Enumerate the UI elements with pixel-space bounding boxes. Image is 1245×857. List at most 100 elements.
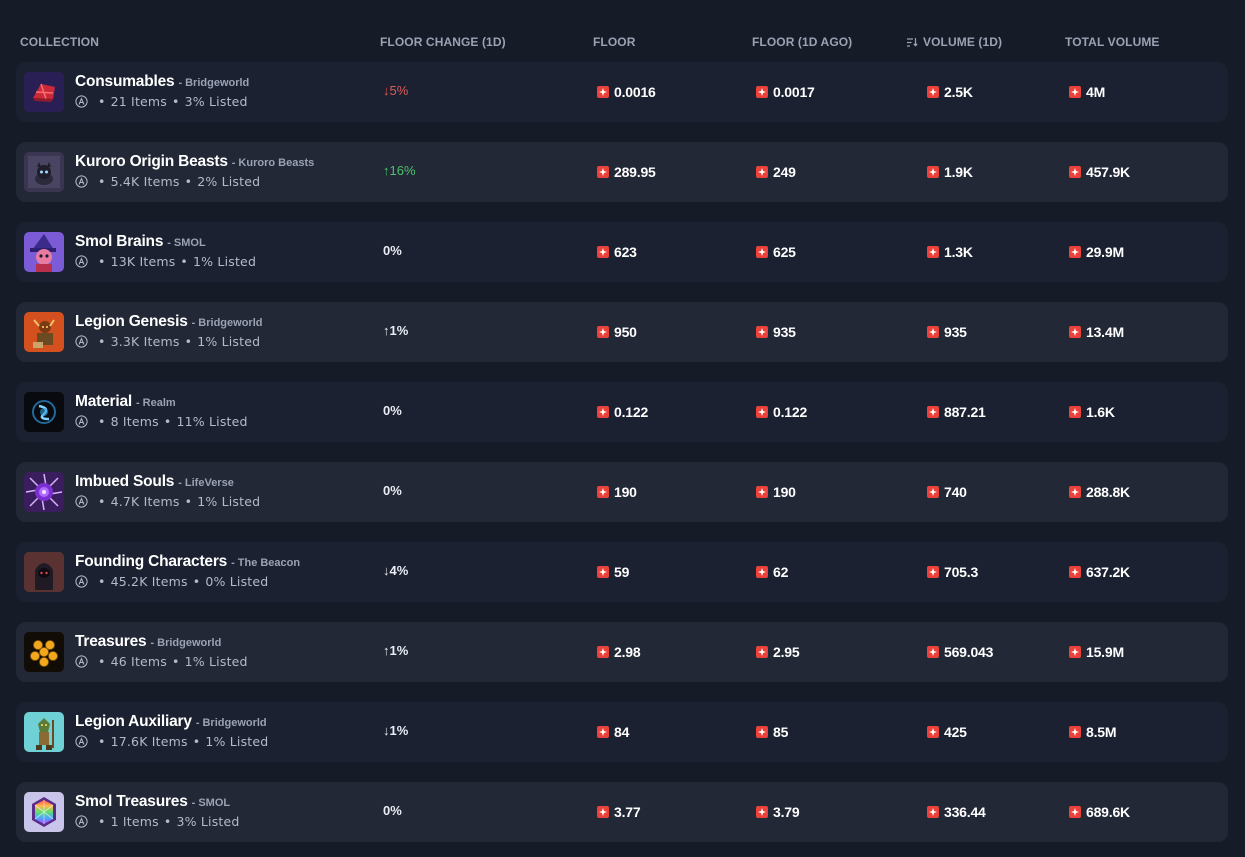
magic-token-icon [1069,406,1081,418]
floor-1d-ago-cell: 0.0017 [756,62,815,122]
total-volume-value: 637.2K [1086,564,1130,580]
collection-name[interactable]: Legion Auxiliary [75,713,192,731]
column-header-total-volume[interactable]: TOTAL VOLUME [1065,35,1160,49]
magic-token-icon [597,646,609,658]
collection-separator: - [135,397,140,409]
arbitrum-icon [75,175,88,188]
collection-row[interactable]: Treasures - Bridgeworld • 46 Items • 1% Listed… [16,622,1228,682]
collection-separator: - [231,557,235,569]
floor-change-value: 0% [383,482,402,498]
arbitrum-icon [75,495,88,508]
floor-1d-ago-cell: 190 [756,462,796,522]
magic-token-icon [756,326,768,338]
column-header-floor[interactable]: FLOOR [593,35,636,49]
magic-token-icon [597,166,609,178]
magic-token-icon [927,486,939,498]
meta-dot: • [98,494,106,509]
collection-row[interactable]: Imbued Souls - LifeVerse • 4.7K Items • 1% Lis… [16,462,1228,522]
collection-project: Bridgeworld [185,77,250,89]
collection-listed-percent: 11% Listed [176,414,248,429]
collection-items-count: 3.3K Items [110,334,180,349]
meta-dot: • [180,254,188,269]
collection-project: SMOL [198,797,231,809]
floor-change-value: ↑1% [383,642,409,658]
floor-change-value: ↑1% [383,322,409,338]
floor-change-value: ↓1% [383,722,409,738]
collection-name[interactable]: Kuroro Origin Beasts [75,153,228,171]
collection-row[interactable]: Consumables - Bridgeworld • 21 Items • 3% List… [16,62,1228,122]
column-header-collection[interactable]: COLLECTION [20,35,99,49]
collection-row[interactable]: Founding Characters - The Beacon • 45.2K Ite… [16,542,1228,602]
magic-token-icon [597,726,609,738]
floor-1d-ago-cell: 0.122 [756,382,807,442]
total-volume-cell: 13.4M [1069,302,1124,362]
collection-name[interactable]: Treasures [75,633,147,651]
collection-info: Smol Treasures - SMOL • 1 Items • 3% Listed [75,793,240,829]
collection-name[interactable]: Founding Characters [75,553,227,571]
arbitrum-icon [75,415,88,428]
total-volume-cell: 4M [1069,62,1105,122]
collection-listed-percent: 1% Listed [197,494,261,509]
volume-1d-value: 935 [944,324,967,340]
collection-name[interactable]: Smol Brains [75,233,163,251]
collection-row[interactable]: Kuroro Origin Beasts - Kuroro Beasts • 5.4K … [16,142,1228,202]
meta-dot: • [98,334,106,349]
floor-change-value: ↓5% [383,82,409,98]
meta-dot: • [163,814,172,829]
collection-name[interactable]: Smol Treasures [75,793,188,811]
magic-token-icon [927,726,939,738]
collection-separator: - [231,157,236,169]
magic-token-icon [756,806,768,818]
collection-project: Bridgeworld [198,317,263,329]
total-volume-cell: 1.6K [1069,382,1115,442]
collection-separator: - [167,237,171,249]
floor-price-value: 0.122 [614,404,649,420]
column-header-volume-1d[interactable]: VOLUME (1D) [907,35,1002,49]
collection-row[interactable]: Smol Brains - SMOL • 13K Items • 1% Listed 0% 62… [16,222,1228,282]
collection-name[interactable]: Consumables [75,73,175,91]
volume-1d-value: 740 [944,484,967,500]
collection-listed-percent: 1% Listed [197,334,261,349]
meta-dot: • [172,654,180,669]
total-volume-value: 689.6K [1086,804,1130,820]
collection-listed-percent: 2% Listed [197,174,261,189]
floor-change-value: 0% [383,242,402,258]
floor-1d-ago-cell: 625 [756,222,796,282]
collection-project: Bridgeworld [202,717,267,729]
meta-dot: • [98,94,106,109]
collection-name[interactable]: Legion Genesis [75,313,188,331]
collection-thumbnail [24,152,64,192]
collection-info: Imbued Souls - LifeVerse • 4.7K Items • 1% Lis… [75,473,260,509]
collection-info: Smol Brains - SMOL • 13K Items • 1% Listed [75,233,256,269]
floor-price-cell: 84 [597,702,629,762]
collection-separator: - [195,717,200,729]
collection-row[interactable]: Legion Genesis - Bridgeworld • 3.3K Items • 1%… [16,302,1228,362]
floor-price-cell: 0.0016 [597,62,656,122]
collection-row[interactable]: Legion Auxiliary - Bridgeworld • 17.6K Items… [16,702,1228,762]
collection-listed-percent: 3% Listed [176,814,240,829]
magic-token-icon [756,646,768,658]
meta-dot: • [98,254,106,269]
meta-dot: • [98,174,106,189]
meta-dot: • [98,654,106,669]
floor-1d-ago-cell: 3.79 [756,782,800,842]
volume-1d-value: 2.5K [944,84,973,100]
collection-row[interactable]: Smol Treasures - SMOL • 1 Items • 3% Listed 0% 3… [16,782,1228,842]
volume-1d-value: 569.043 [944,644,994,660]
collection-listed-percent: 1% Listed [184,654,248,669]
total-volume-value: 288.8K [1086,484,1130,500]
collection-name[interactable]: Material [75,393,132,411]
column-header-floor-1d-ago[interactable]: FLOOR (1D AGO) [752,35,852,49]
collection-name[interactable]: Imbued Souls [75,473,174,491]
floor-1d-ago-value: 0.122 [773,404,808,420]
collection-info: Material - Realm • 8 Items • 11% Listed [75,393,248,429]
collection-info: Consumables - Bridgeworld • 21 Items • 3% List… [75,73,249,109]
column-header-floor-change[interactable]: FLOOR CHANGE (1D) [380,35,506,49]
collection-row[interactable]: Material - Realm • 8 Items • 11% Listed 0% 0.122… [16,382,1228,442]
magic-token-icon [927,326,939,338]
total-volume-cell: 637.2K [1069,542,1130,602]
magic-token-icon [756,726,768,738]
floor-1d-ago-cell: 62 [756,542,788,602]
meta-dot: • [98,414,106,429]
arbitrum-icon [75,815,88,828]
